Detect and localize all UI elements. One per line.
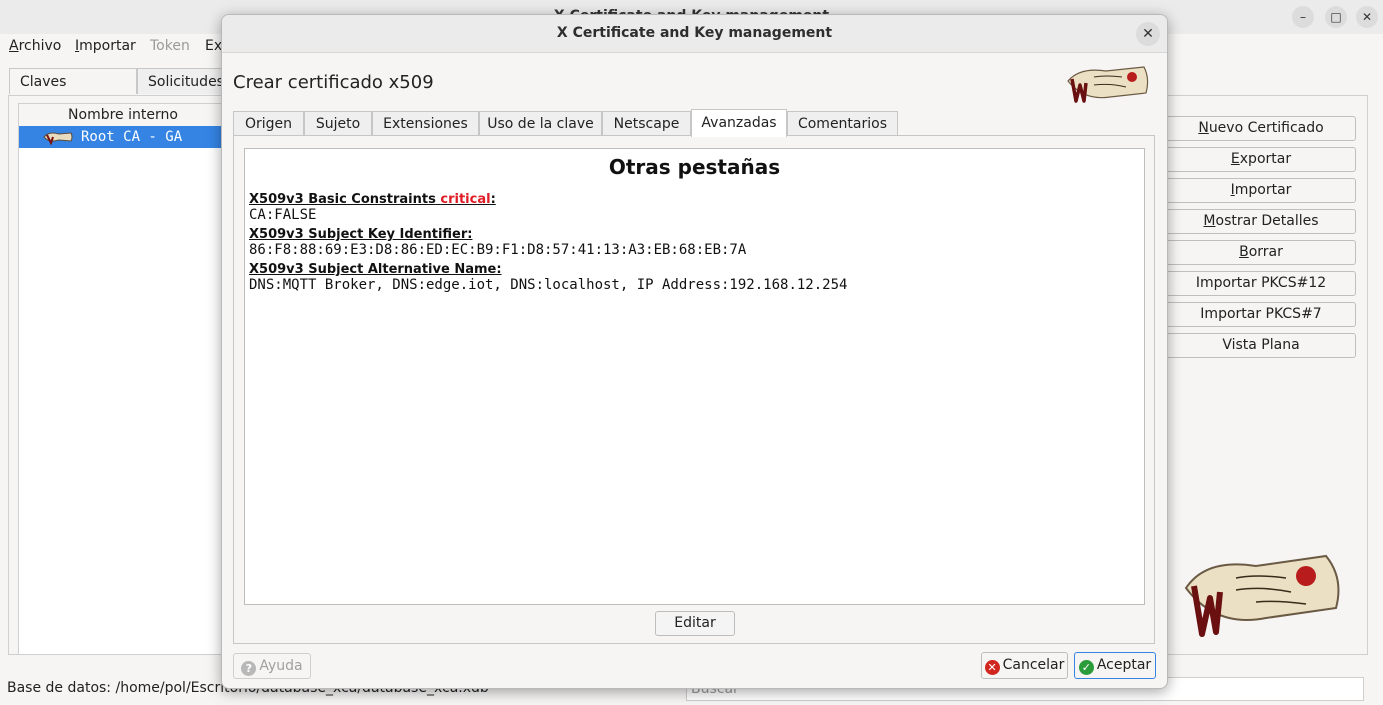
tab-claves-privadas[interactable]: Claves Privadas bbox=[9, 68, 137, 116]
menu-token: Token bbox=[150, 38, 190, 54]
help-button: ? Ayuda bbox=[233, 653, 311, 679]
tab-sujeto[interactable]: Sujeto bbox=[304, 111, 372, 136]
tab-comentarios[interactable]: Comentarios bbox=[787, 111, 898, 136]
tree-row[interactable]: Root CA - GA bbox=[19, 126, 227, 148]
show-details-button[interactable]: Mostrar Detalles bbox=[1166, 209, 1356, 234]
subject-key-id-block: X509v3 Subject Key Identifier: 86:F8:88:… bbox=[249, 227, 746, 258]
menu-extra[interactable]: Ex bbox=[205, 38, 222, 54]
tab-origen[interactable]: Origen bbox=[233, 111, 304, 136]
help-icon: ? bbox=[241, 661, 257, 676]
minimize-button[interactable]: – bbox=[1292, 6, 1314, 28]
import-button[interactable]: Importar bbox=[1166, 178, 1356, 203]
accept-button[interactable]: ✓ Aceptar bbox=[1074, 652, 1156, 679]
subject-alt-name-block: X509v3 Subject Alternative Name: DNS:MQT… bbox=[249, 262, 847, 293]
basic-constraints-label: X509v3 Basic Constraints critical: bbox=[249, 192, 496, 207]
tree-column-header[interactable]: Nombre interno bbox=[19, 104, 227, 127]
critical-flag: critical bbox=[440, 192, 491, 207]
edit-button[interactable]: Editar bbox=[655, 611, 735, 636]
tab-avanzadas[interactable]: Avanzadas bbox=[691, 109, 787, 137]
maximize-button[interactable]: □ bbox=[1325, 6, 1347, 28]
accept-button-label: Aceptar bbox=[1096, 657, 1152, 673]
cancel-button-label: Cancelar bbox=[1002, 657, 1065, 673]
check-icon: ✓ bbox=[1078, 660, 1094, 675]
tab-uso-de-la-clave[interactable]: Uso de la clave bbox=[479, 111, 602, 136]
certificate-scroll-icon bbox=[43, 132, 73, 145]
delete-button[interactable]: Borrar bbox=[1166, 240, 1356, 265]
extensions-text-view[interactable]: Otras pestañas X509v3 Basic Constraints … bbox=[244, 148, 1145, 605]
dialog-close-button[interactable]: ✕ bbox=[1136, 22, 1160, 46]
import-pkcs12-button[interactable]: Importar PKCS#12 bbox=[1166, 271, 1356, 296]
flat-view-button[interactable]: Vista Plana bbox=[1166, 333, 1356, 358]
import-pkcs7-button[interactable]: Importar PKCS#7 bbox=[1166, 302, 1356, 327]
tab-extensiones[interactable]: Extensiones bbox=[372, 111, 479, 136]
cancel-button[interactable]: ✕ Cancelar bbox=[981, 652, 1068, 679]
xca-logo-icon bbox=[1067, 66, 1149, 103]
create-certificate-dialog: X Certificate and Key management ✕ Crear… bbox=[221, 14, 1168, 689]
help-button-label: Ayuda bbox=[259, 658, 303, 674]
menu-importar[interactable]: Importar bbox=[75, 38, 136, 54]
advanced-tab-panel: Otras pestañas X509v3 Basic Constraints … bbox=[233, 135, 1155, 644]
subject-key-id-value: 86:F8:88:69:E3:D8:86:ED:EC:B9:F1:D8:57:4… bbox=[249, 242, 747, 258]
new-certificate-button[interactable]: Nuevo Certificado bbox=[1166, 116, 1356, 141]
cancel-icon: ✕ bbox=[984, 660, 1000, 675]
dialog-heading: Crear certificado x509 bbox=[233, 72, 434, 93]
main-close-button[interactable]: ✕ bbox=[1356, 6, 1378, 28]
tree-row-label: Root CA - GA bbox=[81, 129, 183, 145]
subject-alt-name-label: X509v3 Subject Alternative Name: bbox=[249, 262, 502, 277]
subject-key-id-label: X509v3 Subject Key Identifier: bbox=[249, 227, 473, 242]
menu-archivo[interactable]: Archivo bbox=[9, 38, 61, 54]
basic-constraints-value: CA:FALSE bbox=[249, 207, 317, 223]
xca-scroll-logo bbox=[1184, 554, 1340, 637]
dialog-titlebar: X Certificate and Key management ✕ bbox=[222, 15, 1167, 53]
content-title: Otras pestañas bbox=[608, 155, 781, 179]
tab-netscape[interactable]: Netscape bbox=[602, 111, 691, 136]
basic-constraints-block: X509v3 Basic Constraints critical: CA:FA… bbox=[249, 192, 496, 223]
export-button[interactable]: Exportar bbox=[1166, 147, 1356, 172]
dialog-title: X Certificate and Key management bbox=[556, 25, 833, 41]
subject-alt-name-value: DNS:MQTT Broker, DNS:edge.iot, DNS:local… bbox=[249, 277, 848, 293]
certificate-tree[interactable]: Nombre interno Root CA - GA bbox=[18, 103, 228, 655]
